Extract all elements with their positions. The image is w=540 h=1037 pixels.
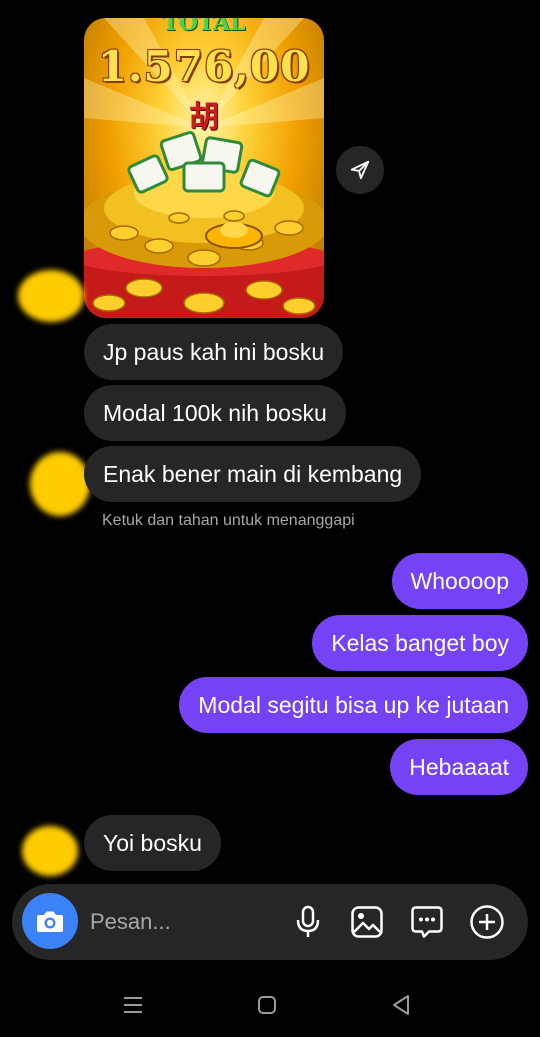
- avatar[interactable]: [18, 270, 84, 322]
- camera-icon: [37, 911, 63, 932]
- outgoing-message[interactable]: Modal segitu bisa up ke jutaan: [179, 677, 528, 733]
- outgoing-message[interactable]: Kelas banget boy: [312, 615, 528, 671]
- send-icon: [350, 160, 370, 180]
- avatar[interactable]: [30, 452, 90, 516]
- incoming-message[interactable]: Jp paus kah ini bosku: [84, 324, 344, 380]
- home-icon: [258, 996, 276, 1014]
- incoming-message[interactable]: Enak bener main di kembang: [84, 446, 422, 502]
- microphone-icon: [296, 905, 320, 937]
- message-text: Kelas banget boy: [331, 629, 509, 656]
- plus-button[interactable]: [467, 902, 507, 942]
- plus-icon: [470, 905, 504, 939]
- message-composer: [12, 884, 528, 960]
- recents-button[interactable]: [118, 990, 148, 1020]
- chat-screen: TOTAL 1.576,00 胡 Jp paus kah ini bosku M…: [0, 0, 540, 1037]
- message-input[interactable]: [90, 902, 280, 942]
- back-icon: [393, 995, 409, 1015]
- camera-button[interactable]: [22, 893, 78, 949]
- sticker-icon: [411, 906, 443, 938]
- share-button[interactable]: [336, 146, 384, 194]
- outgoing-message[interactable]: Whoooop: [391, 553, 528, 609]
- gallery-button[interactable]: [347, 902, 387, 942]
- home-button[interactable]: [252, 990, 282, 1020]
- incoming-message[interactable]: Modal 100k nih bosku: [84, 385, 346, 441]
- sticker-button[interactable]: [407, 902, 447, 942]
- shared-image-message[interactable]: TOTAL 1.576,00 胡: [84, 18, 324, 318]
- reply-hint: Ketuk dan tahan untuk menanggapi: [102, 512, 355, 529]
- back-button[interactable]: [386, 990, 416, 1020]
- system-navbar: [0, 970, 540, 1037]
- gallery-icon: [351, 906, 383, 938]
- message-text: Modal segitu bisa up ke jutaan: [198, 691, 509, 718]
- incoming-message[interactable]: Yoi bosku: [84, 815, 221, 871]
- message-text: Whoooop: [410, 567, 509, 594]
- outgoing-message[interactable]: Hebaaaat: [390, 739, 528, 795]
- menu-icon: [124, 997, 142, 1013]
- message-text: Hebaaaat: [409, 753, 509, 780]
- message-text: Enak bener main di kembang: [103, 460, 403, 487]
- message-text: Modal 100k nih bosku: [103, 399, 327, 426]
- microphone-button[interactable]: [288, 902, 328, 942]
- avatar[interactable]: [22, 826, 78, 876]
- jackpot-amount: 1.576,00: [97, 42, 311, 91]
- image-top-text: TOTAL: [162, 18, 246, 36]
- message-text: Jp paus kah ini bosku: [103, 338, 325, 365]
- message-text: Yoi bosku: [103, 829, 202, 856]
- image-character: 胡: [189, 100, 219, 135]
